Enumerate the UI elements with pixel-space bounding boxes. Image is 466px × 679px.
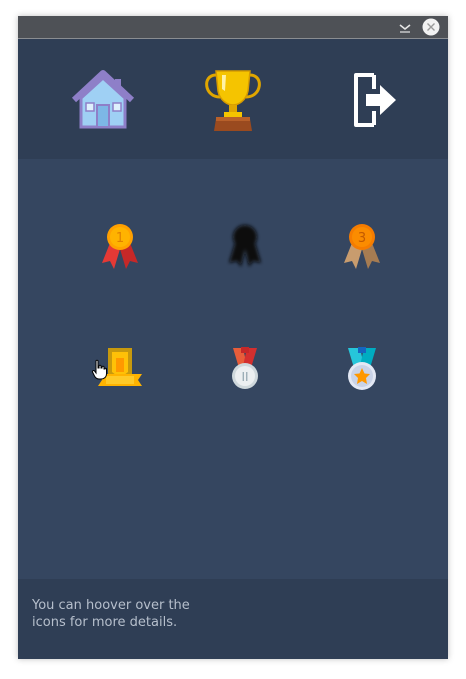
medal-locked-icon — [229, 225, 261, 267]
navigation-bar — [18, 39, 448, 159]
exit-button[interactable] — [338, 67, 408, 133]
trophy-button[interactable] — [198, 67, 268, 133]
badge-ribbon-icon — [98, 348, 142, 386]
hint-text: You can hoover over the icons for more d… — [32, 597, 232, 631]
achievement-ribbon[interactable] — [96, 344, 144, 396]
medal-star-icon — [348, 347, 376, 390]
achievement-star[interactable] — [338, 344, 386, 396]
achievement-locked[interactable] — [221, 221, 269, 273]
svg-text:II: II — [241, 370, 248, 384]
medal-gold-1-icon: 1 — [102, 224, 138, 269]
title-bar — [18, 16, 448, 39]
medal-silver-2-icon: II — [232, 347, 258, 389]
achievement-bronze[interactable]: 3 — [338, 221, 386, 273]
exit-icon — [354, 73, 396, 127]
close-icon[interactable] — [422, 18, 440, 36]
achievement-silver[interactable]: II — [221, 344, 269, 396]
achievement-gold[interactable]: 1 — [96, 221, 144, 273]
svg-text:3: 3 — [358, 231, 366, 246]
footer-panel: You can hoover over the icons for more d… — [18, 579, 448, 659]
medal-bronze-3-icon: 3 — [344, 224, 380, 269]
achievements-window: 1 3 II You can hoover over the icons for… — [18, 16, 448, 659]
hint-line-1: You can hoover over the — [32, 598, 190, 613]
home-button[interactable] — [68, 67, 138, 133]
hint-line-2: icons for more details. — [32, 615, 178, 630]
achievements-grid: 1 3 II — [18, 159, 448, 579]
chevron-down-icon[interactable] — [398, 20, 412, 34]
home-icon — [71, 70, 135, 129]
svg-text:1: 1 — [116, 231, 124, 246]
trophy-icon — [205, 70, 261, 131]
